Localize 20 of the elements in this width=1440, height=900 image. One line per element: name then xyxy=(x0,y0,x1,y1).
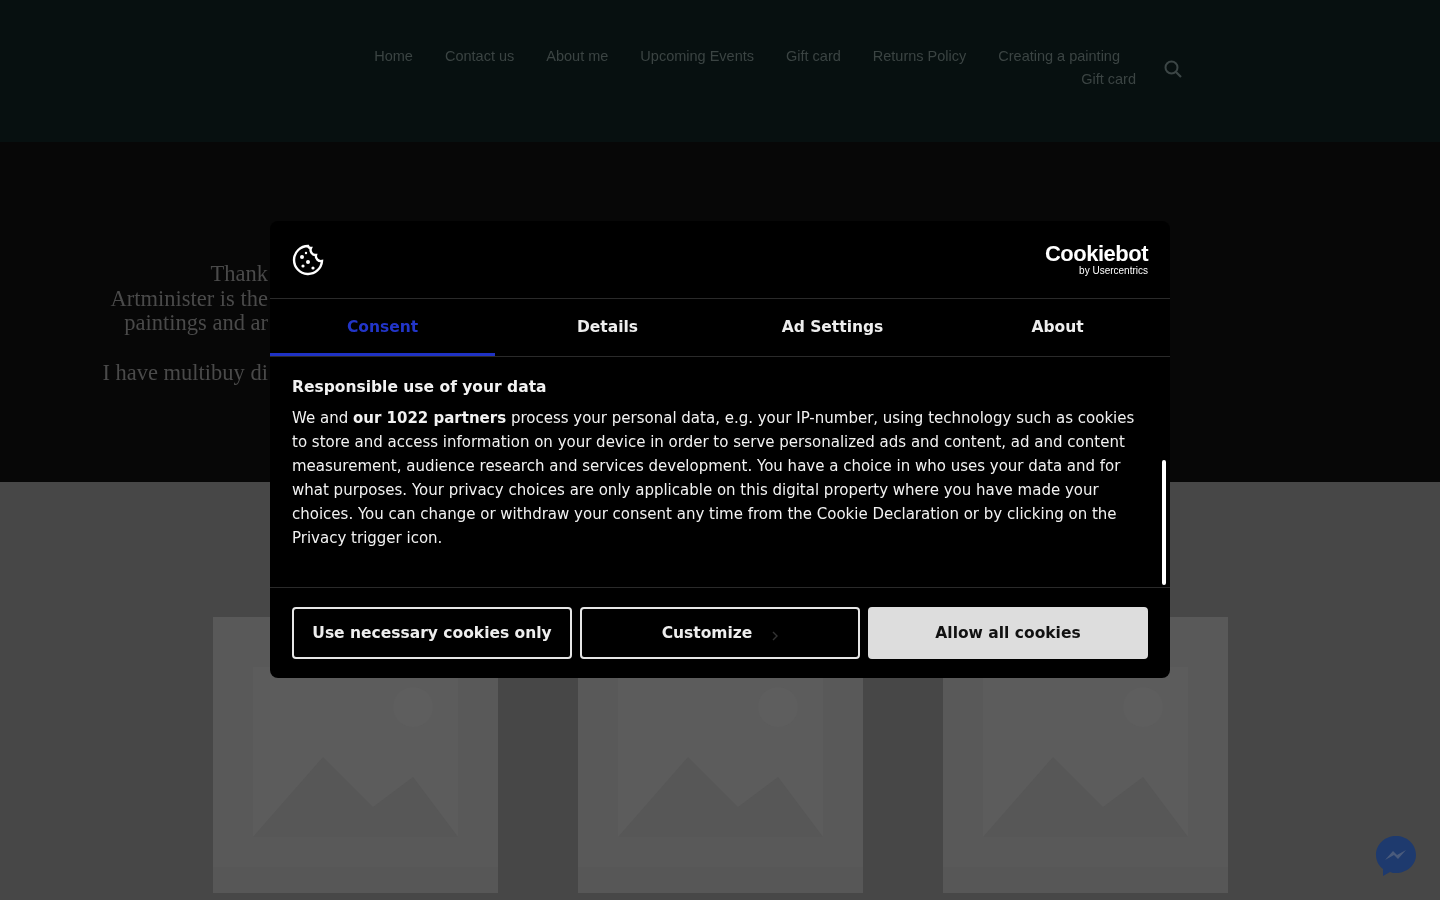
search-icon[interactable] xyxy=(1164,60,1182,78)
brand-subtitle: by Usercentrics xyxy=(1079,266,1148,276)
consent-button[interactable]: Use necessary cookies only xyxy=(292,607,572,659)
consent-button[interactable]: Customize xyxy=(580,607,860,659)
consent-paragraph: We and our 1022 partners process your personal data, e.g. your IP-number, using technology such as cookies to store and access information on your device in order to serve personalized ads and content, ad and content measurement, audience research and services development. You have a choice in who uses your data and for what purposes. Your privacy choices are only applicable on this digital property where you have made your choices. You can change or withdraw your consent any time from the Cookie Declaration or by clicking on the Privacy trigger icon. xyxy=(292,408,1136,549)
tab[interactable]: Details xyxy=(495,299,720,356)
section-heading: Responsible use of your data xyxy=(292,378,548,396)
chevron-icon xyxy=(772,631,779,641)
hero-text: paintings and ar xyxy=(124,311,268,336)
hero-text: I have multibuy di xyxy=(102,360,268,385)
tab[interactable]: Consent xyxy=(270,299,495,356)
hero-text: Artminister is the xyxy=(110,286,268,311)
cookie-icon xyxy=(292,243,324,276)
hero-text: Thank xyxy=(210,262,268,287)
chat-bubble-icon[interactable] xyxy=(1375,835,1417,877)
scrollbar-thumb[interactable] xyxy=(1162,460,1166,585)
brand-logo-text: Cookiebot xyxy=(1044,243,1148,265)
consent-button[interactable]: Allow all cookies xyxy=(868,607,1148,659)
tab[interactable]: About xyxy=(945,299,1170,356)
tab[interactable]: Ad Settings xyxy=(720,299,945,356)
